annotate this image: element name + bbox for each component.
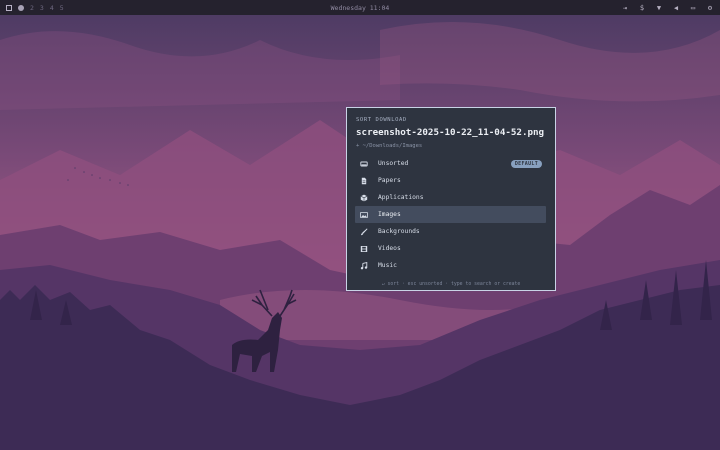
keyboard-hint: ↵ sort · esc unsorted · type to search o… — [381, 282, 521, 287]
package-icon — [360, 194, 368, 202]
system-tray: ⇥ $ ▼ ◀ ▭ ⚙ — [621, 4, 714, 12]
workspace-switcher: 2 3 4 5 — [6, 4, 64, 12]
drive-icon — [360, 160, 368, 168]
folder-item-images[interactable]: Images — [355, 206, 546, 223]
folder-item-applications[interactable]: Applications — [355, 189, 546, 206]
volume-icon[interactable]: ◀ — [672, 4, 680, 12]
folder-item-label: Videos — [378, 245, 401, 252]
sort-download-dialog: SORT DOWNLOAD screenshot-2025-10-22_11-0… — [346, 107, 556, 291]
destination-path: + ~/Downloads/Images — [356, 143, 423, 149]
settings-icon[interactable]: ⚙ — [706, 4, 714, 12]
folder-item-unsorted[interactable]: Unsorted DEFAULT — [355, 155, 546, 172]
wifi-icon[interactable]: ▼ — [655, 4, 663, 12]
film-icon — [360, 245, 368, 253]
image-icon — [360, 211, 368, 219]
workspace-5[interactable]: 5 — [60, 4, 64, 12]
folder-item-label: Music — [378, 262, 397, 269]
dollar-icon[interactable]: $ — [638, 4, 646, 12]
folder-item-papers[interactable]: Papers — [355, 172, 546, 189]
active-workspace-icon[interactable] — [18, 4, 24, 11]
workspace-3[interactable]: 3 — [40, 4, 44, 12]
document-icon — [360, 177, 368, 185]
clock: Wednesday 11:04 — [330, 3, 390, 12]
folder-item-videos[interactable]: Videos — [355, 240, 546, 257]
folder-item-backgrounds[interactable]: Backgrounds — [355, 223, 546, 240]
music-note-icon — [360, 261, 368, 270]
logout-icon[interactable]: ⇥ — [621, 4, 629, 12]
folder-item-label: Applications — [378, 194, 424, 201]
folder-item-label: Images — [378, 211, 401, 218]
workspace-2[interactable]: 2 — [30, 4, 34, 12]
folder-item-label: Backgrounds — [378, 228, 420, 235]
default-badge: DEFAULT — [510, 159, 542, 168]
folder-item-music[interactable]: Music — [355, 257, 546, 274]
folder-list: Unsorted DEFAULT Papers Applications Ima… — [355, 155, 546, 274]
battery-icon[interactable]: ▭ — [689, 4, 697, 12]
brush-icon — [360, 227, 368, 236]
filename: screenshot-2025-10-22_11-04-52.png — [356, 127, 545, 138]
workspace-square-icon[interactable] — [6, 4, 12, 11]
folder-item-label: Unsorted — [378, 160, 409, 167]
workspace-4[interactable]: 4 — [50, 4, 54, 12]
top-bar: 2 3 4 5 Wednesday 11:04 ⇥ $ ▼ ◀ ▭ ⚙ — [0, 0, 720, 15]
dialog-title: SORT DOWNLOAD — [356, 117, 407, 123]
folder-item-label: Papers — [378, 177, 401, 184]
